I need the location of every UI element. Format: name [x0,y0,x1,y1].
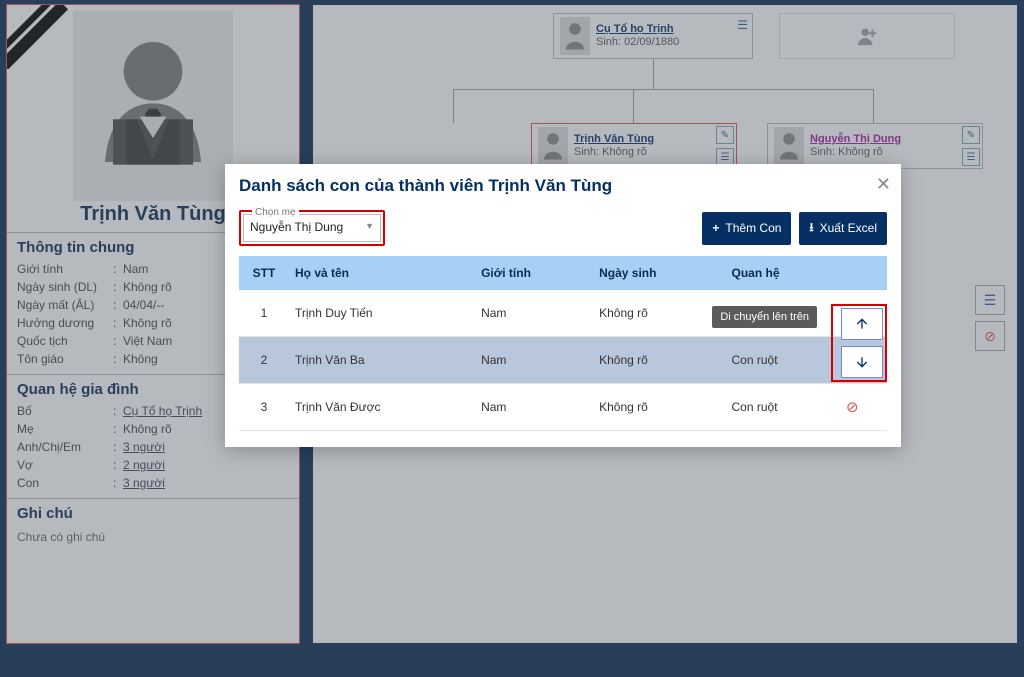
cell-gender: Nam [475,290,593,337]
tooltip-move-up: Di chuyển lên trên [712,306,817,328]
cell-stt: 3 [239,384,289,431]
cell-dob: Không rõ [593,290,725,337]
table-row[interactable]: 3Trịnh Văn ĐượcNamKhông rõCon ruột ⊘ [239,384,887,431]
move-up-button[interactable] [841,308,883,340]
modal-controls: Chọn mẹ Nguyễn Thị Dung ▼ +Thêm Con ⭳Xuấ… [239,210,887,246]
cell-gender: Nam [475,337,593,384]
col-name: Họ và tên [289,256,475,290]
cell-name: Trịnh Văn Ba [289,337,475,384]
plus-icon: + [712,221,719,235]
mother-select-label: Chọn mẹ [252,207,299,218]
mother-select-value: Nguyễn Thị Dung [250,220,343,234]
cell-gender: Nam [475,384,593,431]
cell-dob: Không rõ [593,337,725,384]
cell-name: Trịnh Duy Tiến [289,290,475,337]
col-action [840,256,887,290]
add-child-button[interactable]: +Thêm Con [702,212,791,245]
modal-title: Danh sách con của thành viên Trịnh Văn T… [239,176,887,196]
close-icon[interactable]: ✕ [876,174,891,195]
ban-icon[interactable]: ⊘ [846,399,859,416]
mother-select[interactable]: Chọn mẹ Nguyễn Thị Dung ▼ [243,214,381,242]
chevron-down-icon: ▼ [365,221,374,231]
children-table: STT Họ và tên Giới tính Ngày sinh Quan h… [239,256,887,431]
move-down-button[interactable] [841,346,883,378]
children-modal: ✕ Danh sách con của thành viên Trịnh Văn… [225,164,901,447]
cell-relation: Con ruột [726,337,841,384]
cell-dob: Không rõ [593,384,725,431]
cell-name: Trịnh Văn Được [289,384,475,431]
cell-delete[interactable]: ⊘ [840,384,887,431]
table-container: Di chuyển lên trên STT Họ và tên Giới tí… [239,256,887,431]
col-gender: Giới tính [475,256,593,290]
cell-stt: 2 [239,337,289,384]
app-root: Trịnh Văn Tùng Thông tin chung Giới tính… [0,0,1024,677]
table-row[interactable]: 2Trịnh Văn BaNamKhông rõCon ruột⊘ [239,337,887,384]
download-icon: ⭳ [809,218,813,239]
col-relation: Quan hệ [726,256,841,290]
cell-stt: 1 [239,290,289,337]
col-stt: STT [239,256,289,290]
col-dob: Ngày sinh [593,256,725,290]
cell-relation: Con ruột [726,384,841,431]
highlight-mother-select: Chọn mẹ Nguyễn Thị Dung ▼ [239,210,385,246]
export-excel-button[interactable]: ⭳Xuất Excel [799,212,887,245]
table-header-row: STT Họ và tên Giới tính Ngày sinh Quan h… [239,256,887,290]
move-buttons [841,308,883,378]
